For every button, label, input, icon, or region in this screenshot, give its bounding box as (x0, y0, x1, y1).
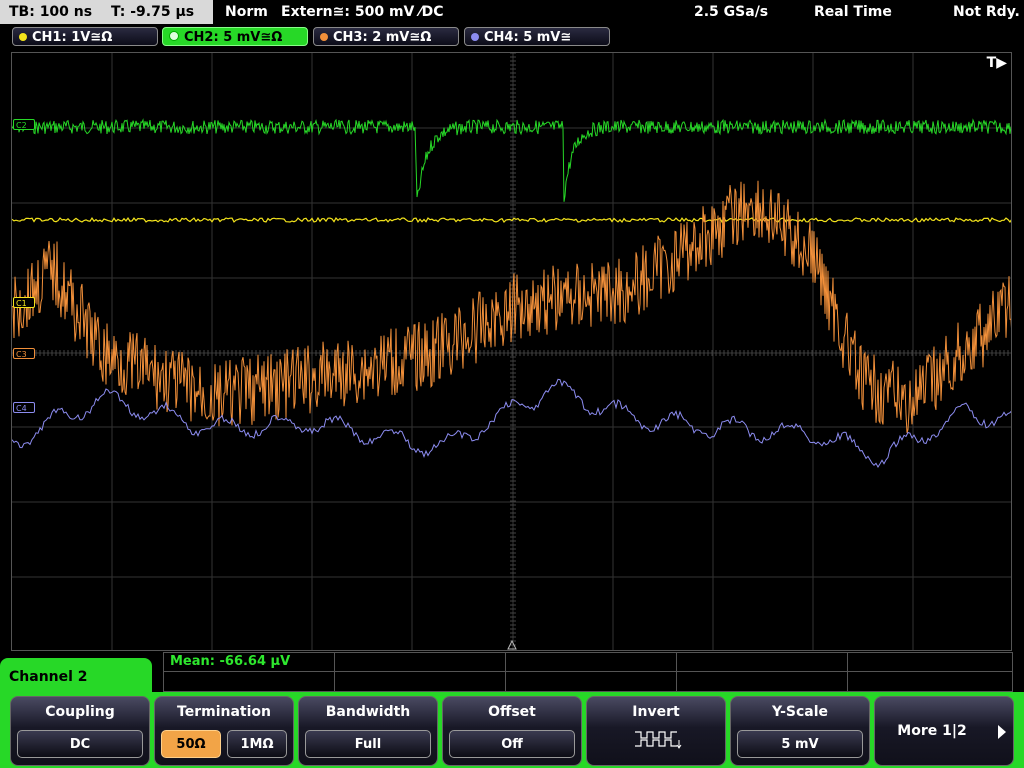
coupling-label: Coupling (45, 704, 115, 720)
bandwidth-value[interactable]: Full (305, 730, 431, 758)
coupling-softkey[interactable]: Coupling DC (10, 696, 150, 766)
timebase-box[interactable]: TB: 100 ns T: -9.75 µs (0, 0, 213, 24)
acquisition-mode: Real Time (814, 4, 892, 20)
channel-tab-1[interactable]: CH1: 1V≅Ω (12, 27, 158, 46)
channel-1-label: CH1: 1V≅Ω (32, 30, 113, 45)
channel-1-level-marker[interactable]: C1 (13, 297, 35, 308)
channel-tab-4[interactable]: CH4: 5 mV≅ (464, 27, 610, 46)
sample-rate: 2.5 GSa/s (694, 4, 769, 20)
invert-label: Invert (632, 704, 680, 720)
channel-3-dot-icon (320, 33, 328, 41)
mean-measurement: Mean: -66.64 µV (170, 654, 291, 669)
trigger-mode[interactable]: Norm (225, 0, 268, 24)
trigger-offset-marker[interactable]: T▶ (987, 55, 1007, 71)
measurement-panel: Mean: -66.64 µV (163, 652, 1013, 692)
channel-2-dot-icon (169, 31, 179, 41)
channel-tabs: CH1: 1V≅Ω CH2: 5 mV≅Ω CH3: 2 mV≅Ω CH4: 5… (0, 26, 1024, 48)
termination-softkey[interactable]: Termination 50Ω 1MΩ (154, 696, 294, 766)
bandwidth-softkey[interactable]: Bandwidth Full (298, 696, 438, 766)
invert-waveform-icon (635, 731, 682, 749)
trigger-source[interactable]: Extern≅: 500 mV ⁄DC (281, 0, 443, 24)
bandwidth-label: Bandwidth (325, 704, 411, 720)
trigger-time-value: T: -9.75 µs (110, 4, 195, 20)
more-label: More 1|2 (897, 723, 967, 739)
graticule-grid (12, 53, 1011, 650)
measurement-cell-divider (334, 653, 335, 691)
y-scale-softkey[interactable]: Y-Scale 5 mV (730, 696, 870, 766)
invert-softkey[interactable]: Invert (586, 696, 726, 766)
offset-label: Offset (488, 704, 536, 720)
arrow-right-icon (998, 725, 1006, 739)
measurement-cell-divider (676, 653, 677, 691)
y-scale-label: Y-Scale (771, 704, 828, 720)
acquisition-state: Not Rdy. (953, 4, 1020, 20)
offset-value[interactable]: Off (449, 730, 575, 758)
channel-tab-2[interactable]: CH2: 5 mV≅Ω (162, 27, 308, 46)
channel-2-level-marker[interactable]: C2 (13, 119, 35, 130)
channel-4-label: CH4: 5 mV≅ (484, 30, 572, 45)
status-bar: TB: 100 ns T: -9.75 µs Norm Extern≅: 500… (0, 0, 1024, 26)
channel-3-label: CH3: 2 mV≅Ω (333, 30, 432, 45)
waveform-canvas (12, 53, 1011, 650)
channel-2-label: CH2: 5 mV≅Ω (184, 30, 283, 45)
coupling-value[interactable]: DC (17, 730, 143, 758)
channel-3-trace (12, 180, 1011, 433)
channel-4-dot-icon (471, 33, 479, 41)
timebase-value: TB: 100 ns (9, 4, 93, 20)
termination-50-ohm-option[interactable]: 50Ω (161, 730, 221, 758)
measurement-cell-divider (505, 653, 506, 691)
termination-1-megohm-option[interactable]: 1MΩ (227, 730, 287, 758)
measurement-divider (164, 671, 1012, 672)
more-softkey[interactable]: More 1|2 (874, 696, 1014, 766)
channel-tab-3[interactable]: CH3: 2 mV≅Ω (313, 27, 459, 46)
termination-label: Termination (177, 704, 271, 720)
waveform-display[interactable]: T▶ C2 C1 C3 C4 (11, 52, 1012, 651)
channel-4-level-marker[interactable]: C4 (13, 402, 35, 413)
channel-1-dot-icon (19, 33, 27, 41)
channel-3-level-marker[interactable]: C3 (13, 348, 35, 359)
offset-softkey[interactable]: Offset Off (442, 696, 582, 766)
y-scale-value[interactable]: 5 mV (737, 730, 863, 758)
measurement-cell-divider (847, 653, 848, 691)
